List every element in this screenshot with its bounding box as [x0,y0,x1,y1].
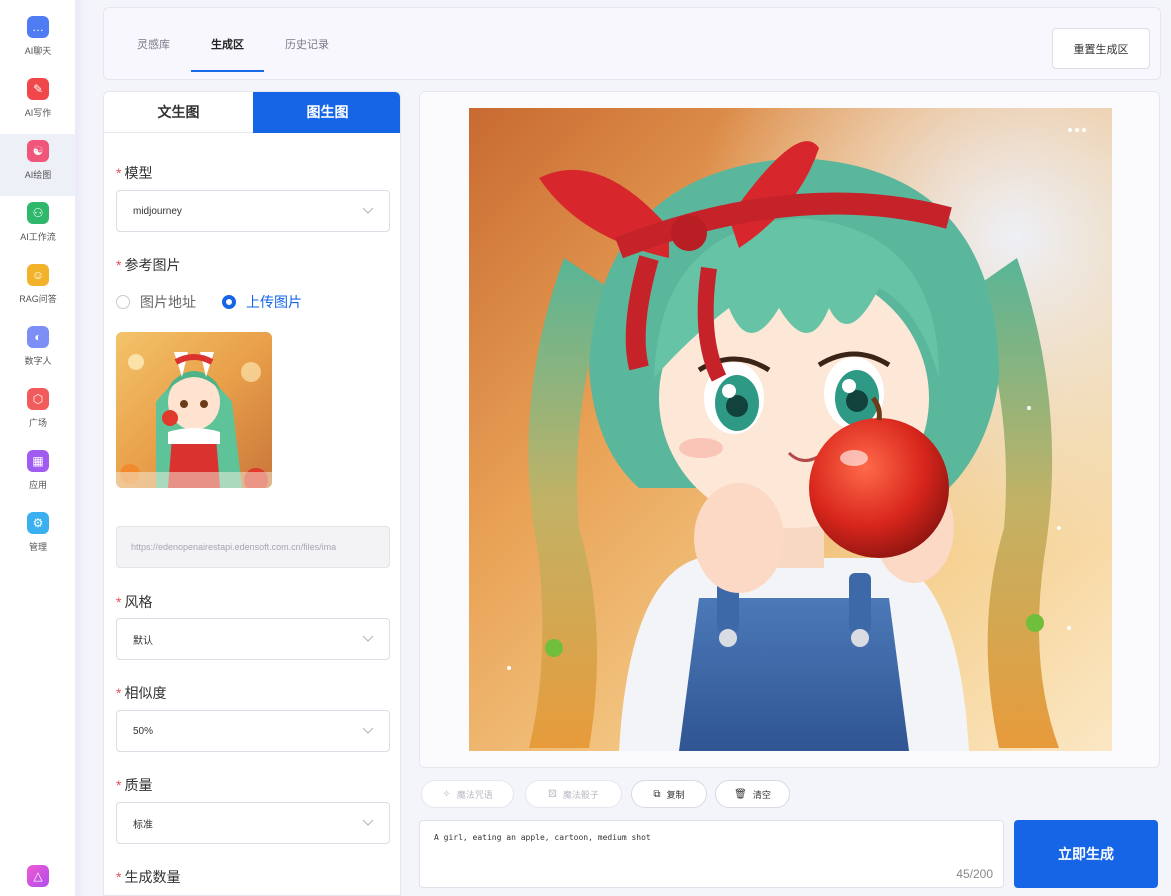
trash-icon: 🗑 [734,788,747,800]
plaza-icon: ⬡ [27,388,49,410]
mode-tabs: 文生图 图生图 [104,92,400,133]
active-tab-indicator [191,70,264,72]
similarity-select[interactable]: 50% [116,710,390,752]
side-nav: … AI聊天 ✎ AI写作 ☯ AI绘图 ⚇ AI工作流 ☺ RAG问答 ◐ 数… [0,0,76,896]
quality-label: * 质量 [116,777,153,793]
chevron-down-icon [362,207,374,214]
tab-inspiration[interactable]: 灵感库 [137,36,170,52]
nav-item-rag-qa[interactable]: ☺ RAG问答 [0,258,76,320]
dot-icon [1075,128,1079,132]
magic-dice-button[interactable]: ⚄ 魔法骰子 [525,780,622,808]
reference-source-radio-group: 图片地址 上传图片 [116,292,328,312]
required-mark: * [116,777,122,793]
prompt-char-count: 45/200 [956,867,993,881]
apps-icon: ▦ [27,450,49,472]
nav-label: 数字人 [24,356,52,366]
more-options-button[interactable] [1062,122,1092,138]
required-mark: * [116,869,122,885]
prompt-text: A girl, eating an apple, cartoon, medium… [434,833,651,842]
pen-icon: ✎ [27,78,49,100]
nav-item-ai-drawing[interactable]: ☯ AI绘图 [0,134,76,196]
generation-form: 文生图 图生图 *模型 midjourney *参考图片 图片地址 上传图片 [103,91,401,896]
nav-item-ai-chat[interactable]: … AI聊天 [0,10,76,72]
prompt-input[interactable]: A girl, eating an apple, cartoon, medium… [419,820,1004,888]
nav-label: AI工作流 [20,232,56,242]
count-label: * 生成数量 [116,869,181,885]
required-mark: * [116,257,122,273]
radio-checked-icon [222,295,236,309]
nav-item-ai-workflow[interactable]: ⚇ AI工作流 [0,196,76,258]
nav-label: 管理 [28,542,47,552]
image-url-input[interactable]: https://edenopenairestapi.edensoft.com.c… [116,526,390,568]
clear-button[interactable]: 🗑 清空 [715,780,790,808]
nav-item-ai-writing[interactable]: ✎ AI写作 [0,72,76,134]
tab-generate[interactable]: 生成区 [211,36,244,52]
chevron-down-icon [362,819,374,826]
reset-generate-button[interactable]: 重置生成区 [1052,28,1150,69]
dice-icon: ⚄ [548,788,557,800]
generated-image[interactable] [469,108,1112,751]
nav-label: 应用 [28,480,47,490]
similarity-value: 50% [133,725,154,737]
settings-icon: ⚙ [27,512,49,534]
radio-upload-image[interactable]: 上传图片 [222,292,302,312]
style-label: * 风格 [116,594,153,610]
nav-item-plaza[interactable]: ⬡ 广场 [0,382,76,444]
required-mark: * [116,685,122,701]
chat-icon: … [27,16,49,38]
model-select[interactable]: midjourney [116,190,390,232]
radio-circle-icon [116,295,130,309]
nav-divider [76,0,86,896]
style-select[interactable]: 默认 [116,618,390,660]
chevron-down-icon [362,635,374,642]
model-label: * 模型 [116,165,153,181]
nav-label: RAG问答 [19,294,57,304]
nav-label: AI写作 [24,108,52,118]
nav-item-apps[interactable]: ▦ 应用 [0,444,76,506]
radio-image-url[interactable]: 图片地址 [116,292,196,312]
required-mark: * [116,594,122,610]
tab-image-to-image[interactable]: 图生图 [253,92,400,133]
result-image-card [419,91,1160,768]
nav-item-admin[interactable]: ⚙ 管理 [0,506,76,568]
triangle-logo-icon[interactable]: △ [27,865,49,887]
nav-item-digital-human[interactable]: ◐ 数字人 [0,320,76,382]
model-value: midjourney [133,205,182,217]
nav-label: AI绘图 [24,170,52,180]
quality-select[interactable]: 标准 [116,802,390,844]
digital-human-icon: ◐ [27,326,49,348]
copy-icon: ⧉ [653,788,661,800]
palette-icon: ☯ [27,140,49,162]
reference-image-thumbnail[interactable] [116,332,272,488]
dot-icon [1082,128,1086,132]
style-value: 默认 [133,635,153,647]
quality-value: 标准 [133,819,153,831]
workflow-icon: ⚇ [27,202,49,224]
chevron-down-icon [362,727,374,734]
reference-image-label: * 参考图片 [116,257,181,273]
nav-label: 广场 [28,418,47,428]
copy-button[interactable]: ⧉ 复制 [631,780,707,808]
wand-icon: ✧ [442,788,451,800]
qa-icon: ☺ [27,264,49,286]
tab-text-to-image[interactable]: 文生图 [104,92,253,133]
similarity-label: * 相似度 [116,685,167,701]
tab-history[interactable]: 历史记录 [285,36,329,52]
nav-label: AI聊天 [24,46,52,56]
magic-words-button[interactable]: ✧ 魔法咒语 [421,780,514,808]
required-mark: * [116,165,122,181]
generate-now-button[interactable]: 立即生成 [1014,820,1158,888]
dot-icon [1068,128,1072,132]
